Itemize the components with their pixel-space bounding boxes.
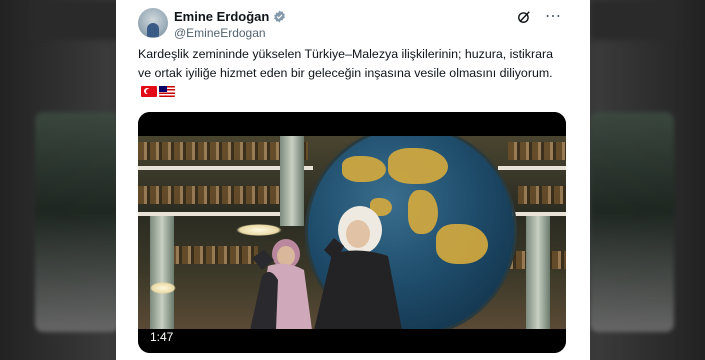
tweet-header: Emine Erdoğan @EmineErdogan ⋯ xyxy=(138,6,568,40)
lamp xyxy=(150,282,176,294)
video-letterbox-top xyxy=(138,112,566,136)
balcony-rail xyxy=(498,166,566,170)
video-duration: 1:47 xyxy=(150,330,174,344)
author-name-row: Emine Erdoğan xyxy=(174,9,286,24)
more-options-icon[interactable]: ⋯ xyxy=(545,9,562,25)
avatar[interactable] xyxy=(138,8,168,38)
tweet-text: Kardeşlik zemininde yükselen Türkiye–Mal… xyxy=(138,47,554,80)
blurred-background-top-left xyxy=(30,0,120,40)
tweet-text-container: Kardeşlik zemininde yükselen Türkiye–Mal… xyxy=(138,45,568,101)
video-letterbox-bottom xyxy=(138,329,566,353)
person-right xyxy=(314,206,402,329)
globe-landmass xyxy=(342,156,386,182)
person-left xyxy=(250,239,312,329)
author-name[interactable]: Emine Erdoğan xyxy=(174,9,269,24)
grok-icon[interactable] xyxy=(517,10,531,24)
video-player[interactable]: 1:47 xyxy=(138,112,566,353)
header-actions: ⋯ xyxy=(517,9,562,25)
blurred-background-top-right xyxy=(590,0,680,40)
pillar xyxy=(280,136,304,226)
library-shelf xyxy=(138,186,288,204)
globe-landmass xyxy=(408,190,438,234)
turkey-flag-icon xyxy=(141,86,157,97)
blurred-background-right xyxy=(590,112,674,332)
globe-landmass xyxy=(388,148,448,184)
library-shelf xyxy=(518,186,566,204)
author-handle[interactable]: @EmineErdogan xyxy=(174,26,266,40)
verified-badge-icon xyxy=(274,10,286,23)
flag-emojis xyxy=(141,86,175,97)
malaysia-flag-icon xyxy=(159,86,175,97)
video-frame xyxy=(138,136,566,329)
globe-landmass xyxy=(436,224,488,264)
blurred-background-left xyxy=(35,112,119,332)
pillar xyxy=(150,216,174,329)
tweet-card: Emine Erdoğan @EmineErdogan ⋯ Kardeşlik … xyxy=(116,0,590,360)
pillar xyxy=(526,216,550,329)
library-shelf xyxy=(508,142,566,160)
